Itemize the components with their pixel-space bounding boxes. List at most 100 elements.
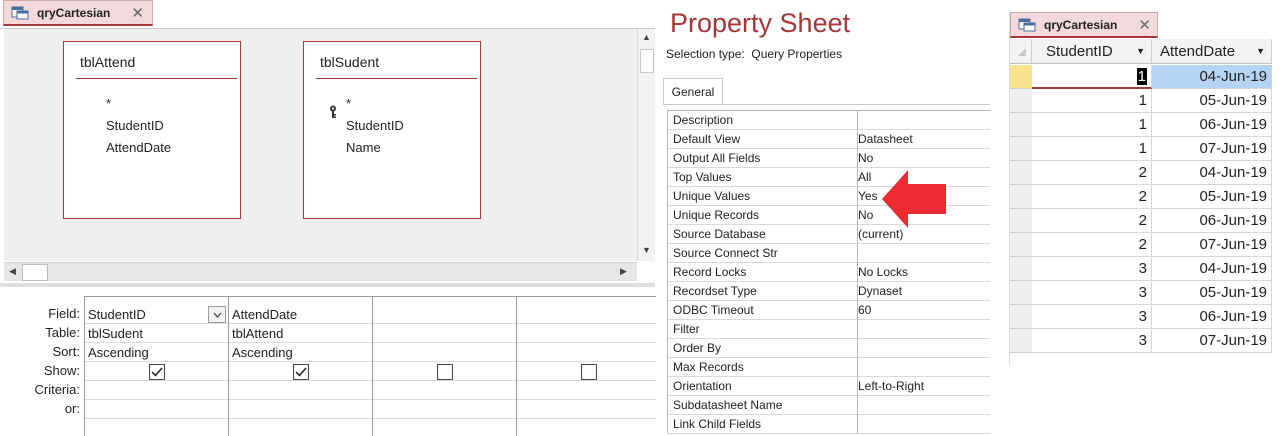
property-row[interactable]: Max Records (667, 358, 990, 377)
column-header-attenddate[interactable]: AttendDate ▼ (1152, 39, 1272, 64)
tab-qrycartesian-datasheet[interactable]: qryCartesian ✕ (1010, 12, 1158, 38)
cell-attenddate[interactable]: 06-Jun-19 (1152, 305, 1272, 329)
field-cell[interactable]: AttendDate (229, 305, 373, 324)
property-row[interactable]: Default View Datasheet (667, 130, 990, 149)
cell-studentid[interactable]: 2 (1032, 209, 1152, 233)
or-cell[interactable] (85, 400, 229, 419)
scroll-left-icon[interactable]: ◀ (9, 266, 16, 277)
property-row[interactable]: Description (667, 111, 990, 130)
cell-attenddate[interactable]: 05-Jun-19 (1152, 281, 1272, 305)
property-value[interactable]: Left-to-Right (858, 379, 924, 393)
scroll-down-icon[interactable]: ▼ (642, 245, 651, 255)
field-item[interactable]: Name (346, 140, 381, 155)
field-item[interactable]: * (106, 96, 111, 111)
cell-attenddate[interactable]: 04-Jun-19 (1152, 161, 1272, 185)
sort-cell[interactable]: Ascending (85, 343, 229, 362)
cell-studentid[interactable]: 3 (1032, 305, 1152, 329)
cell-studentid[interactable]: 2 (1032, 233, 1152, 257)
close-icon[interactable]: ✕ (131, 4, 144, 22)
chevron-down-icon[interactable] (208, 306, 226, 323)
table-box-tblsudent[interactable]: tblSudent * StudentID Name (303, 41, 481, 219)
property-value[interactable]: No (858, 208, 873, 222)
criteria-cell[interactable] (229, 381, 373, 400)
vertical-scrollbar[interactable]: ▲ ▼ (637, 29, 655, 261)
sort-dropdown-icon[interactable]: ▼ (1256, 39, 1265, 64)
show-checkbox[interactable] (437, 364, 453, 380)
record-selector[interactable] (1010, 185, 1032, 209)
show-checkbox[interactable] (293, 364, 309, 380)
cell-attenddate[interactable]: 07-Jun-19 (1152, 137, 1272, 161)
field-item[interactable]: StudentID (106, 118, 164, 133)
property-value[interactable]: Datasheet (858, 132, 913, 146)
cell-studentid[interactable]: 1 (1032, 65, 1152, 89)
cell-attenddate[interactable]: 07-Jun-19 (1152, 233, 1272, 257)
cell-attenddate[interactable]: 05-Jun-19 (1152, 185, 1272, 209)
cell-studentid[interactable]: 1 (1032, 89, 1152, 113)
cell-attenddate[interactable]: 04-Jun-19 (1152, 65, 1272, 89)
record-selector[interactable] (1010, 113, 1032, 137)
cell-attenddate[interactable]: 05-Jun-19 (1152, 89, 1272, 113)
sort-cell[interactable]: Ascending (229, 343, 373, 362)
property-value[interactable]: No Locks (858, 265, 908, 279)
field-cell[interactable]: StudentID (85, 305, 229, 324)
criteria-cell[interactable] (85, 381, 229, 400)
show-checkbox[interactable] (581, 364, 597, 380)
scroll-up-icon[interactable]: ▲ (642, 32, 651, 42)
select-all-corner[interactable] (1010, 39, 1032, 64)
field-cell[interactable] (517, 305, 656, 324)
property-value[interactable]: 60 (858, 303, 871, 317)
property-row[interactable]: Output All Fields No (667, 149, 990, 168)
or-cell[interactable] (229, 400, 373, 419)
cell-studentid[interactable]: 2 (1032, 185, 1152, 209)
property-row[interactable]: ODBC Timeout 60 (667, 301, 990, 320)
criteria-cell[interactable] (373, 381, 517, 400)
cell-studentid[interactable]: 1 (1032, 113, 1152, 137)
property-value[interactable]: Yes (858, 189, 878, 203)
cell-studentid[interactable]: 3 (1032, 329, 1152, 353)
table-cell[interactable] (517, 324, 656, 343)
record-selector[interactable] (1010, 233, 1032, 257)
cell-studentid[interactable]: 3 (1032, 281, 1152, 305)
property-value[interactable]: All (858, 170, 871, 184)
or-cell[interactable] (517, 400, 656, 419)
cell-studentid[interactable]: 3 (1032, 257, 1152, 281)
field-item[interactable]: * (346, 96, 351, 111)
property-row[interactable]: Subdatasheet Name (667, 396, 990, 415)
sort-cell[interactable] (517, 343, 656, 362)
cell-studentid[interactable]: 1 (1032, 137, 1152, 161)
or-cell[interactable] (373, 400, 517, 419)
field-item[interactable]: StudentID (346, 118, 404, 133)
table-cell[interactable]: tblSudent (85, 324, 229, 343)
record-selector[interactable] (1010, 305, 1032, 329)
record-selector[interactable] (1010, 89, 1032, 113)
tab-general[interactable]: General (663, 78, 723, 105)
horizontal-scrollbar[interactable]: ◀ ▶ (4, 262, 637, 281)
record-selector[interactable] (1010, 209, 1032, 233)
table-cell[interactable]: tblAttend (229, 324, 373, 343)
scroll-thumb[interactable] (640, 49, 654, 73)
property-value[interactable]: Dynaset (858, 284, 902, 298)
property-row[interactable]: Orientation Left-to-Right (667, 377, 990, 396)
column-header-studentid[interactable]: StudentID ▼ (1032, 39, 1152, 64)
cell-attenddate[interactable]: 06-Jun-19 (1152, 209, 1272, 233)
record-selector[interactable] (1010, 65, 1032, 89)
criteria-cell[interactable] (517, 381, 656, 400)
table-box-tblattend[interactable]: tblAttend * StudentID AttendDate (63, 41, 241, 219)
scroll-right-icon[interactable]: ▶ (620, 266, 627, 277)
table-cell[interactable] (373, 324, 517, 343)
property-row[interactable]: Order By (667, 339, 990, 358)
property-row[interactable]: Source Connect Str (667, 244, 990, 263)
record-selector[interactable] (1010, 161, 1032, 185)
cell-studentid[interactable]: 2 (1032, 161, 1152, 185)
record-selector[interactable] (1010, 281, 1032, 305)
cell-attenddate[interactable]: 06-Jun-19 (1152, 113, 1272, 137)
field-item[interactable]: AttendDate (106, 140, 171, 155)
field-cell[interactable] (373, 305, 517, 324)
sort-cell[interactable] (373, 343, 517, 362)
record-selector[interactable] (1010, 257, 1032, 281)
record-selector[interactable] (1010, 329, 1032, 353)
sort-dropdown-icon[interactable]: ▼ (1136, 39, 1145, 64)
property-row[interactable]: Link Child Fields (667, 415, 990, 434)
show-checkbox[interactable] (149, 364, 165, 380)
cell-attenddate[interactable]: 07-Jun-19 (1152, 329, 1272, 353)
